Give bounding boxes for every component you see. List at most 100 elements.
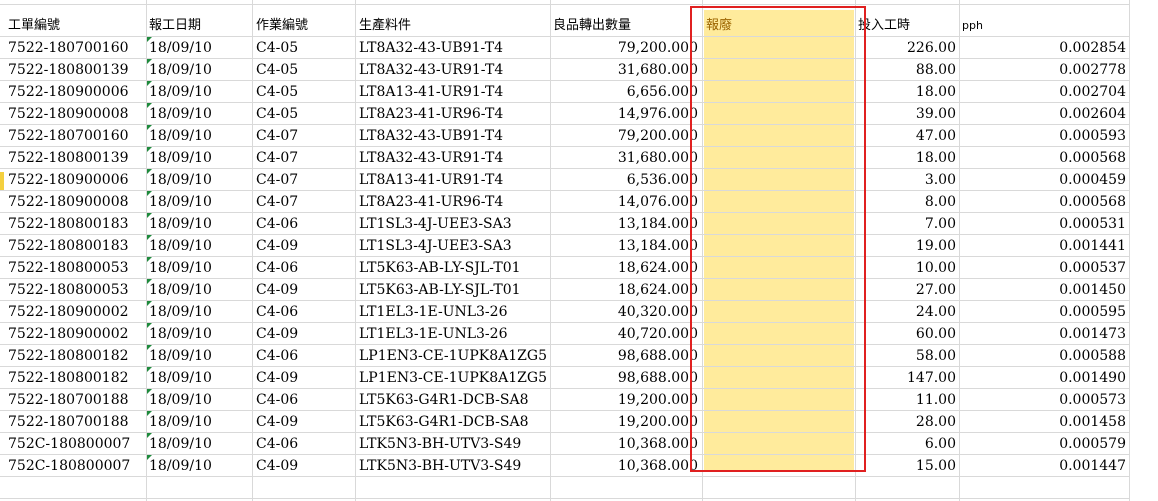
cell-product-part[interactable]: LT5K63-AB-LY-SJL-T01 (359, 279, 551, 301)
cell-input-hours[interactable]: 60.00 (858, 323, 958, 345)
cell-input-hours[interactable]: 226.00 (858, 37, 958, 59)
cell-work-order[interactable]: 7522-180800139 (8, 59, 146, 81)
cell-pph[interactable]: 0.000568 (962, 147, 1128, 169)
cell-product-part[interactable]: LT8A32-43-UR91-T4 (359, 59, 551, 81)
cell-op-number[interactable]: C4-06 (256, 213, 356, 235)
cell-op-number[interactable]: C4-09 (256, 411, 356, 433)
cell-input-hours[interactable]: 18.00 (858, 147, 958, 169)
cell-input-hours[interactable]: 11.00 (858, 389, 958, 411)
cell-op-number[interactable]: C4-09 (256, 279, 356, 301)
cell-product-part[interactable]: LTK5N3-BH-UTV3-S49 (359, 433, 551, 455)
cell-work-order[interactable]: 752C-180800007 (8, 455, 146, 477)
cell-pph[interactable]: 0.002778 (962, 59, 1128, 81)
cell-good-qty[interactable]: 79,200.000 (553, 125, 700, 147)
cell-product-part[interactable]: LTK5N3-BH-UTV3-S49 (359, 455, 551, 477)
cell-input-hours[interactable]: 8.00 (858, 191, 958, 213)
cell-op-number[interactable]: C4-05 (256, 81, 356, 103)
cell-pph[interactable]: 0.002704 (962, 81, 1128, 103)
cell-work-order[interactable]: 7522-180900006 (8, 81, 146, 103)
cell-work-order[interactable]: 7522-180800139 (8, 147, 146, 169)
cell-work-order[interactable]: 7522-180900008 (8, 191, 146, 213)
cell-product-part[interactable]: LT1SL3-4J-UEE3-SA3 (359, 213, 551, 235)
header-work-order[interactable]: 工單編號 (8, 15, 146, 37)
cell-good-qty[interactable]: 19,200.000 (553, 411, 700, 433)
cell-pph[interactable]: 0.000595 (962, 301, 1128, 323)
cell-work-order[interactable]: 7522-180700188 (8, 389, 146, 411)
cell-product-part[interactable]: LT8A23-41-UR96-T4 (359, 191, 551, 213)
cell-pph[interactable]: 0.000593 (962, 125, 1128, 147)
cell-product-part[interactable]: LT8A13-41-UR91-T4 (359, 169, 551, 191)
cell-work-order[interactable]: 7522-180800182 (8, 367, 146, 389)
cell-pph[interactable]: 0.002604 (962, 103, 1128, 125)
cell-product-part[interactable]: LT5K63-G4R1-DCB-SA8 (359, 389, 551, 411)
cell-input-hours[interactable]: 19.00 (858, 235, 958, 257)
cell-op-number[interactable]: C4-07 (256, 169, 356, 191)
cell-report-date[interactable]: 18/09/10 (149, 389, 253, 411)
cell-input-hours[interactable]: 58.00 (858, 345, 958, 367)
cell-pph[interactable]: 0.001450 (962, 279, 1128, 301)
cell-pph[interactable]: 0.000568 (962, 191, 1128, 213)
cell-pph[interactable]: 0.000573 (962, 389, 1128, 411)
header-good-qty[interactable]: 良品轉出數量 (553, 15, 700, 37)
cell-work-order[interactable]: 7522-180900002 (8, 301, 146, 323)
header-product-part[interactable]: 生產料件 (359, 15, 551, 37)
cell-report-date[interactable]: 18/09/10 (149, 191, 253, 213)
cell-work-order[interactable]: 7522-180800053 (8, 279, 146, 301)
cell-input-hours[interactable]: 88.00 (858, 59, 958, 81)
cell-work-order[interactable]: 7522-180700160 (8, 37, 146, 59)
cell-op-number[interactable]: C4-07 (256, 191, 356, 213)
cell-pph[interactable]: 0.001447 (962, 455, 1128, 477)
cell-pph[interactable]: 0.001473 (962, 323, 1128, 345)
cell-good-qty[interactable]: 98,688.000 (553, 367, 700, 389)
cell-input-hours[interactable]: 3.00 (858, 169, 958, 191)
cell-pph[interactable]: 0.001441 (962, 235, 1128, 257)
cell-op-number[interactable]: C4-05 (256, 103, 356, 125)
cell-good-qty[interactable]: 40,320.000 (553, 301, 700, 323)
cell-report-date[interactable]: 18/09/10 (149, 411, 253, 433)
cell-input-hours[interactable]: 10.00 (858, 257, 958, 279)
cell-op-number[interactable]: C4-07 (256, 125, 356, 147)
cell-good-qty[interactable]: 19,200.000 (553, 389, 700, 411)
cell-product-part[interactable]: LT5K63-G4R1-DCB-SA8 (359, 411, 551, 433)
cell-work-order[interactable]: 7522-180900002 (8, 323, 146, 345)
cell-work-order[interactable]: 7522-180900006 (8, 169, 146, 191)
cell-good-qty[interactable]: 40,720.000 (553, 323, 700, 345)
cell-report-date[interactable]: 18/09/10 (149, 279, 253, 301)
cell-product-part[interactable]: LT8A13-41-UR91-T4 (359, 81, 551, 103)
cell-op-number[interactable]: C4-07 (256, 147, 356, 169)
cell-good-qty[interactable]: 31,680.000 (553, 59, 700, 81)
cell-op-number[interactable]: C4-06 (256, 389, 356, 411)
cell-input-hours[interactable]: 28.00 (858, 411, 958, 433)
cell-report-date[interactable]: 18/09/10 (149, 213, 253, 235)
header-op-number[interactable]: 作業編號 (256, 15, 356, 37)
cell-op-number[interactable]: C4-06 (256, 433, 356, 455)
cell-input-hours[interactable]: 24.00 (858, 301, 958, 323)
cell-product-part[interactable]: LT8A32-43-UB91-T4 (359, 125, 551, 147)
cell-work-order[interactable]: 7522-180800183 (8, 213, 146, 235)
cell-op-number[interactable]: C4-05 (256, 59, 356, 81)
cell-good-qty[interactable]: 10,368.000 (553, 455, 700, 477)
cell-op-number[interactable]: C4-09 (256, 455, 356, 477)
cell-product-part[interactable]: LT8A32-43-UR91-T4 (359, 147, 551, 169)
cell-pph[interactable]: 0.000459 (962, 169, 1128, 191)
cell-product-part[interactable]: LP1EN3-CE-1UPK8A1ZG5 (359, 367, 551, 389)
cell-good-qty[interactable]: 18,624.000 (553, 279, 700, 301)
cell-product-part[interactable]: LT8A23-41-UR96-T4 (359, 103, 551, 125)
cell-input-hours[interactable]: 7.00 (858, 213, 958, 235)
spreadsheet-grid[interactable]: 工單編號 報工日期 作業編號 生產料件 良品轉出數量 報廢 投入工時 pph 7… (0, 0, 1158, 501)
cell-report-date[interactable]: 18/09/10 (149, 147, 253, 169)
cell-good-qty[interactable]: 79,200.000 (553, 37, 700, 59)
cell-input-hours[interactable]: 47.00 (858, 125, 958, 147)
cell-good-qty[interactable]: 14,976.000 (553, 103, 700, 125)
cell-work-order[interactable]: 752C-180800007 (8, 433, 146, 455)
cell-product-part[interactable]: LT1EL3-1E-UNL3-26 (359, 301, 551, 323)
cell-good-qty[interactable]: 10,368.000 (553, 433, 700, 455)
cell-report-date[interactable]: 18/09/10 (149, 323, 253, 345)
cell-good-qty[interactable]: 6,656.000 (553, 81, 700, 103)
header-pph[interactable]: pph (962, 15, 1128, 37)
cell-good-qty[interactable]: 98,688.000 (553, 345, 700, 367)
cell-op-number[interactable]: C4-06 (256, 257, 356, 279)
cell-report-date[interactable]: 18/09/10 (149, 37, 253, 59)
cell-input-hours[interactable]: 18.00 (858, 81, 958, 103)
cell-report-date[interactable]: 18/09/10 (149, 81, 253, 103)
